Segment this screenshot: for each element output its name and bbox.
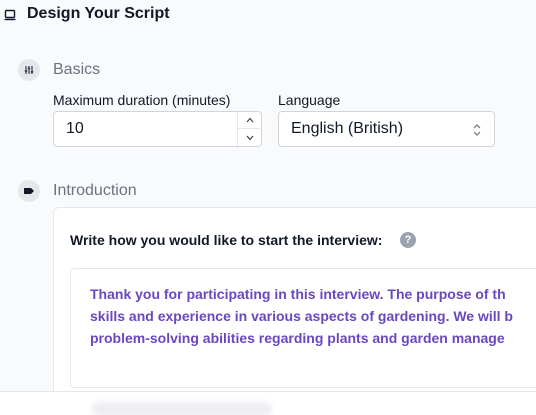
help-icon[interactable]: ? xyxy=(400,232,416,248)
chevron-updown-icon xyxy=(473,124,481,136)
duration-value: 10 xyxy=(66,120,84,137)
tag-icon xyxy=(18,180,40,202)
language-select[interactable]: English (British) xyxy=(278,111,495,147)
design-script-page: Design Your Script Basics Maximum durati… xyxy=(0,0,536,415)
decrement-button[interactable] xyxy=(238,129,262,146)
language-value: English (British) xyxy=(291,120,404,137)
duration-stepper[interactable] xyxy=(237,112,262,146)
page-title: Design Your Script xyxy=(27,5,170,22)
page-header: Design Your Script xyxy=(0,0,536,30)
chevron-down-icon xyxy=(246,135,254,140)
introduction-prompt: Write how you would like to start the in… xyxy=(70,232,383,248)
duration-input[interactable]: 10 xyxy=(53,111,262,147)
introduction-text: Thank you for participating in this inte… xyxy=(90,286,513,346)
section-title-basics: Basics xyxy=(53,61,101,78)
sliders-icon xyxy=(18,59,40,81)
script-icon xyxy=(4,9,16,21)
language-label: Language xyxy=(278,92,341,108)
section-title-introduction: Introduction xyxy=(53,182,137,199)
increment-button[interactable] xyxy=(238,112,262,129)
bottom-bar xyxy=(0,391,536,415)
duration-label: Maximum duration (minutes) xyxy=(53,92,231,108)
chevron-up-icon xyxy=(246,117,254,123)
footer-placeholder xyxy=(92,402,272,415)
